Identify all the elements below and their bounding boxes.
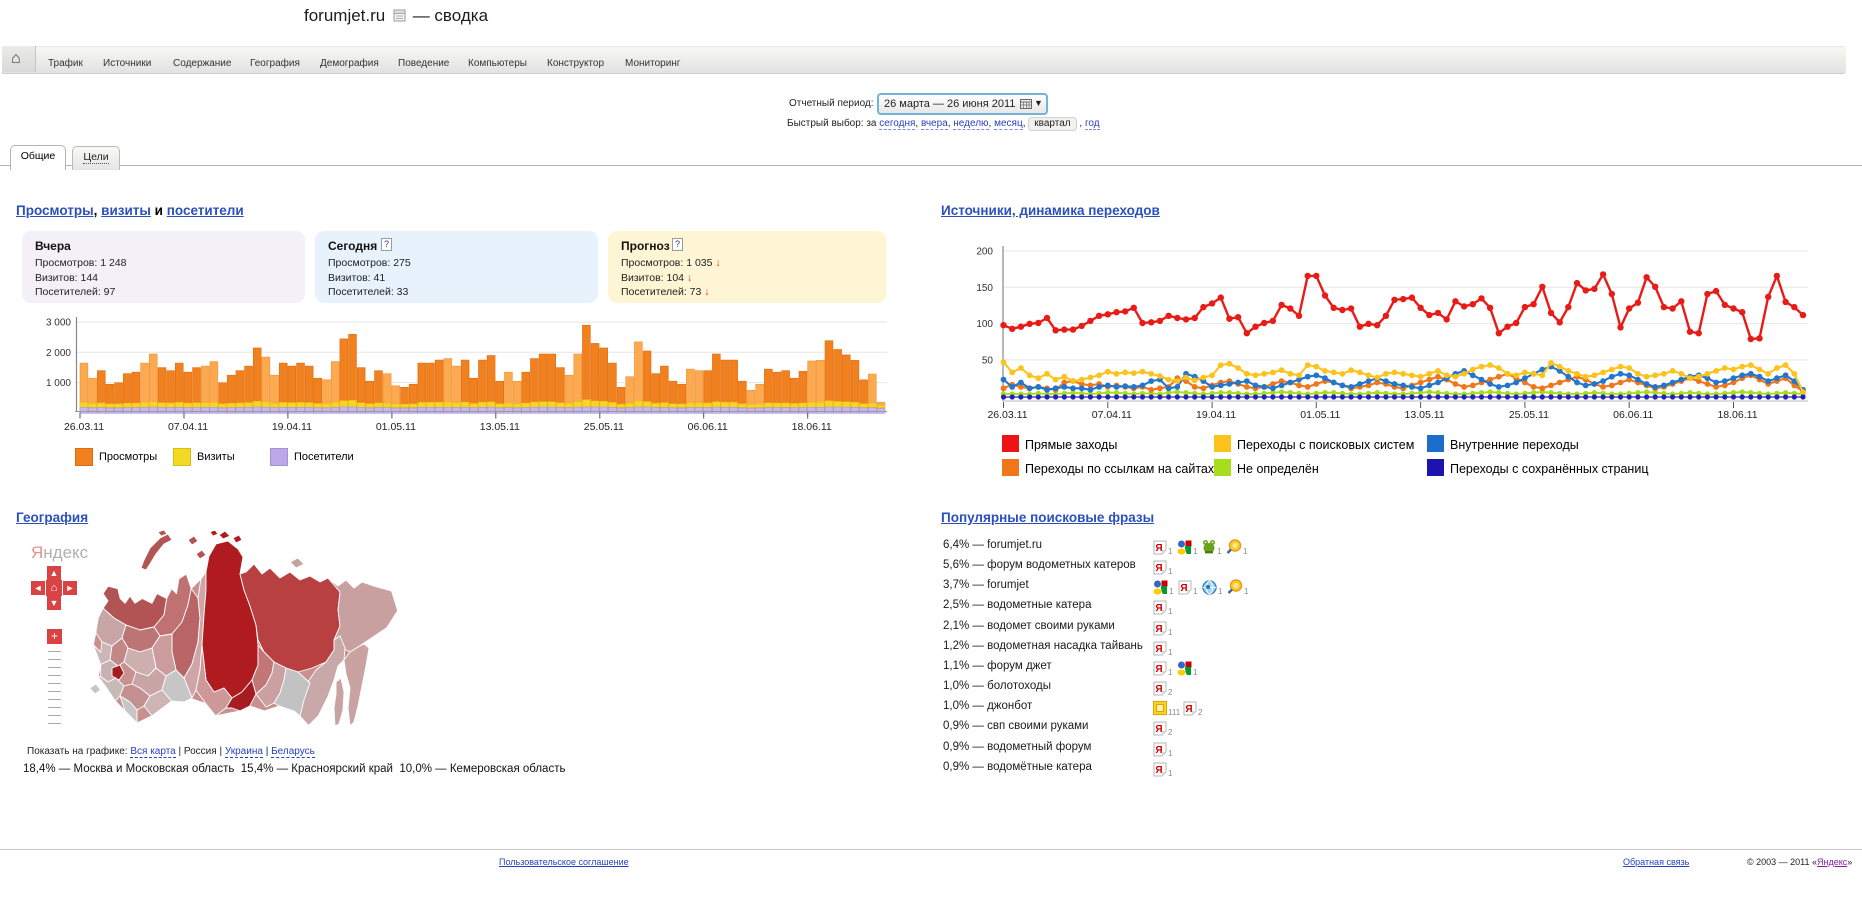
svg-text:Я: Я [1155,543,1162,554]
svg-text:26.03.11: 26.03.11 [987,409,1027,421]
svg-text:50: 50 [982,355,994,366]
svg-text:Я: Я [1155,765,1162,776]
svg-text:Я: Я [1155,624,1162,635]
svg-text:Я: Я [1185,704,1192,715]
svg-text:19.04.11: 19.04.11 [272,421,312,433]
svg-text:07.04.11: 07.04.11 [168,421,208,433]
svg-text:25.05.11: 25.05.11 [584,421,624,433]
svg-text:3 000: 3 000 [46,318,71,329]
svg-text:06.06.11: 06.06.11 [688,421,728,433]
svg-text:06.06.11: 06.06.11 [1613,409,1653,421]
svg-text:1 000: 1 000 [46,378,71,389]
svg-text:Я: Я [1155,664,1162,675]
svg-text:2 000: 2 000 [46,348,71,359]
svg-text:200: 200 [976,247,993,258]
svg-text:Я: Я [1180,583,1187,594]
svg-text:Я: Я [1155,724,1162,735]
svg-text:Я: Я [1155,684,1162,695]
svg-text:07.04.11: 07.04.11 [1092,409,1132,421]
svg-text:26.03.11: 26.03.11 [64,421,104,433]
svg-text:18.06.11: 18.06.11 [792,421,832,433]
svg-text:01.05.11: 01.05.11 [1300,409,1340,421]
svg-text:18.06.11: 18.06.11 [1717,409,1757,421]
svg-text:25.05.11: 25.05.11 [1509,409,1549,421]
svg-text:13.05.11: 13.05.11 [480,421,520,433]
svg-text:Я: Я [1155,745,1162,756]
svg-text:150: 150 [976,283,993,294]
svg-text:13.05.11: 13.05.11 [1405,409,1445,421]
svg-text:100: 100 [976,319,993,330]
svg-text:Я: Я [1155,644,1162,655]
svg-text:Я: Я [1155,603,1162,614]
svg-text:01.05.11: 01.05.11 [376,421,416,433]
svg-text:19.04.11: 19.04.11 [1196,409,1236,421]
svg-text:Я: Я [1155,563,1162,574]
